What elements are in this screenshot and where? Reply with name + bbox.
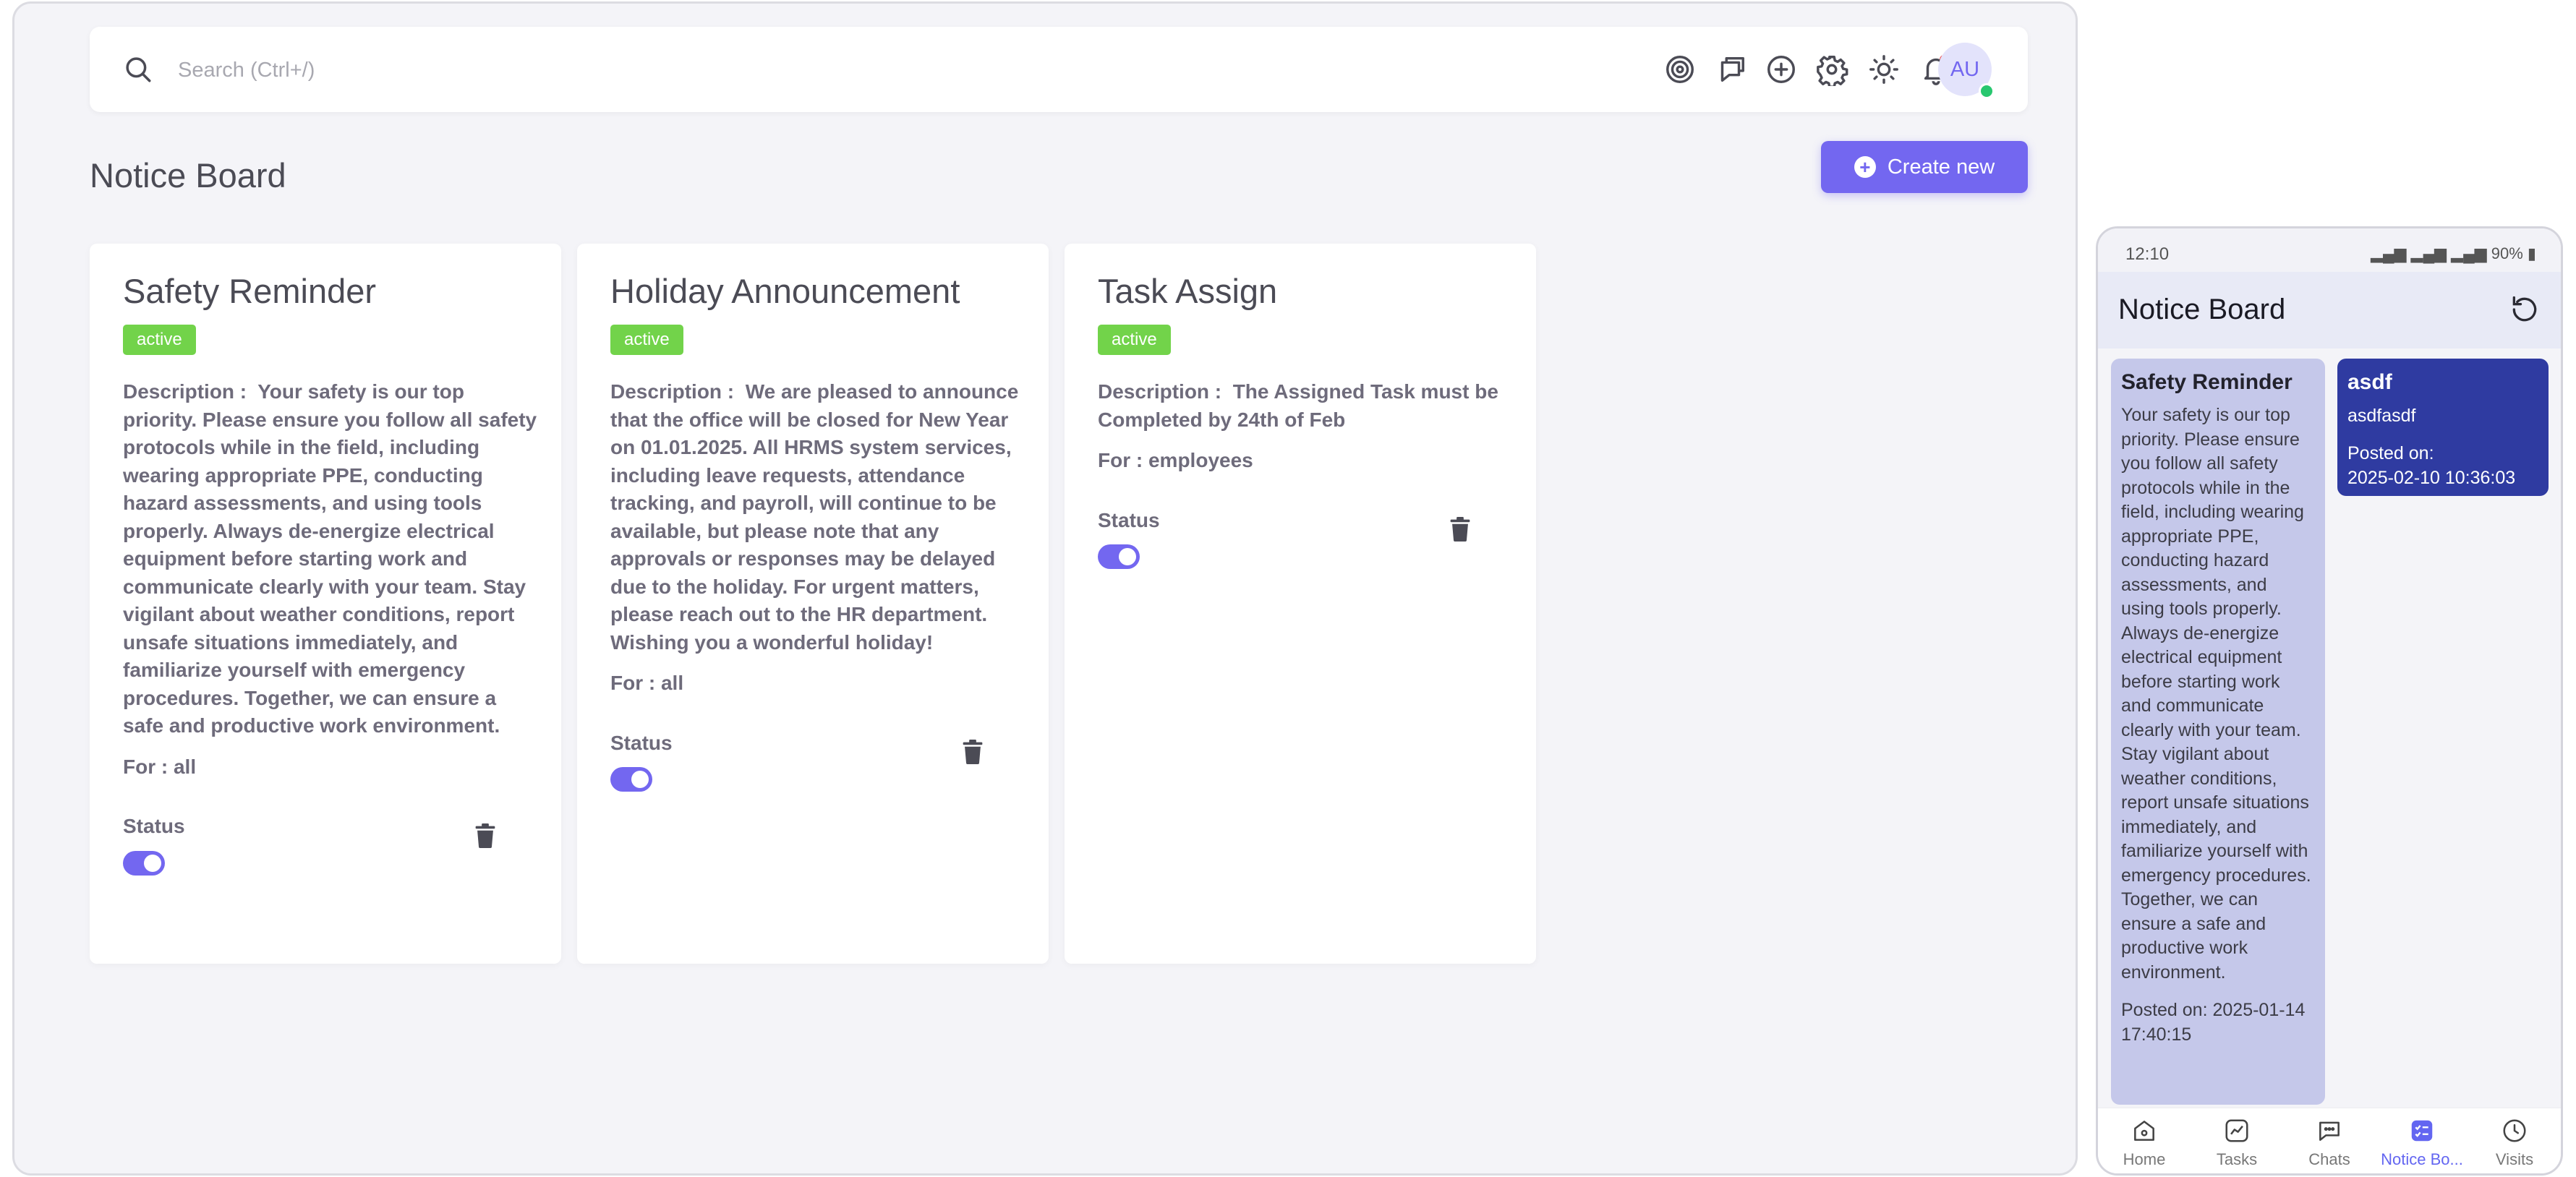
status-toggle[interactable] xyxy=(1098,544,1140,569)
nav-label: Notice Bo... xyxy=(2381,1150,2463,1168)
search-icon[interactable] xyxy=(123,54,153,85)
target-icon[interactable] xyxy=(1663,53,1697,86)
desktop-window: AU Notice Board + Create new Safety Remi… xyxy=(12,1,2078,1176)
notice-description: Description : The Assigned Task must be … xyxy=(1098,378,1514,434)
phone-notice-title: Safety Reminder xyxy=(2121,370,2293,394)
phone-page-title: Notice Board xyxy=(2118,294,2286,325)
notice-description: Description : We are pleased to announce… xyxy=(610,378,1027,656)
status-badge: active xyxy=(1098,325,1171,355)
trash-icon[interactable] xyxy=(962,740,984,764)
battery-icon: ▮ xyxy=(2522,244,2536,262)
description-label: Description : xyxy=(123,380,247,403)
notice-body: Description : The Assigned Task must be … xyxy=(1098,378,1514,592)
plus-circle-icon[interactable] xyxy=(1765,53,1798,86)
notice-audience: For : employees xyxy=(1098,449,1253,471)
notice-title: Holiday Announcement xyxy=(610,272,960,310)
refresh-icon[interactable] xyxy=(2509,294,2541,325)
clock-icon xyxy=(2503,1119,2526,1142)
create-new-button[interactable]: + Create new xyxy=(1821,141,2028,193)
mobile-app-preview: 12:10 ▂▄▆ ▂▄▆ ▂▄▆ 90% ▮ Notice Board Saf… xyxy=(2096,226,2563,1176)
notice-card: Task Assign active Description : The Ass… xyxy=(1065,244,1536,964)
notice-title: Task Assign xyxy=(1098,272,1278,310)
notice-card: Holiday Announcement active Description … xyxy=(577,244,1049,964)
nav-label: Chats xyxy=(2308,1150,2350,1168)
notice-body: Description : Your safety is our top pri… xyxy=(123,378,539,899)
nav-label: Home xyxy=(2123,1150,2166,1168)
status-toggle[interactable] xyxy=(123,850,165,876)
description-label: Description : xyxy=(1098,380,1222,403)
notice-board-icon xyxy=(2411,1120,2433,1142)
status-badge: active xyxy=(610,325,683,355)
phone-notice-title: asdf xyxy=(2347,370,2392,394)
chat-bubbles-icon[interactable] xyxy=(1714,53,1747,86)
description-text: We are pleased to announce that the offi… xyxy=(610,380,1019,654)
gear-icon[interactable] xyxy=(1815,53,1848,86)
notice-audience: For : all xyxy=(610,672,684,694)
chat-icon xyxy=(2319,1121,2340,1141)
status-badge: active xyxy=(123,325,196,355)
notice-body: Description : We are pleased to announce… xyxy=(610,378,1027,815)
page-title: Notice Board xyxy=(90,156,286,194)
notice-title: Safety Reminder xyxy=(123,272,377,310)
notice-description: Description : Your safety is our top pri… xyxy=(123,378,539,740)
description-label: Description : xyxy=(610,380,735,403)
phone-clock: 12:10 xyxy=(2125,244,2170,264)
search-input[interactable] xyxy=(176,48,1264,92)
create-new-label: Create new xyxy=(1887,155,1995,179)
home-icon xyxy=(2134,1121,2154,1141)
phone-notice-description: asdfasdf xyxy=(2347,406,2416,426)
notice-card: Safety Reminder active Description : You… xyxy=(90,244,561,964)
nav-item-tasks[interactable]: Tasks xyxy=(2191,1108,2283,1173)
nav-label: Visits xyxy=(2495,1150,2534,1168)
nav-item-chats[interactable]: Chats xyxy=(2283,1108,2376,1173)
signal-icon: ▂▄▆ ▂▄▆ ▂▄▆ xyxy=(2371,244,2491,262)
status-row xyxy=(610,740,1027,815)
phone-bottom-nav: Home Tasks Chats Notice Bo... Visits xyxy=(2098,1108,2561,1173)
phone-notice-card[interactable]: asdf asdfasdf Posted on: 2025-02-10 10:3… xyxy=(2337,359,2549,496)
status-toggle[interactable] xyxy=(610,767,652,792)
notice-audience: For : all xyxy=(123,755,197,778)
phone-status-bar: 12:10 ▂▄▆ ▂▄▆ ▂▄▆ 90% ▮ xyxy=(2098,228,2561,272)
phone-notice-posted: Posted on: 2025-02-10 10:36:03 xyxy=(2347,443,2516,488)
nav-item-home[interactable]: Home xyxy=(2098,1108,2191,1173)
phone-header: Notice Board xyxy=(2098,272,2561,348)
phone-notice-card[interactable]: Safety Reminder Your safety is our top p… xyxy=(2111,359,2325,1105)
sun-icon[interactable] xyxy=(1867,53,1901,86)
top-navbar: AU xyxy=(90,27,2028,112)
nav-item-visits[interactable]: Visits xyxy=(2468,1108,2561,1173)
phone-system-indicators: ▂▄▆ ▂▄▆ ▂▄▆ 90% ▮ xyxy=(2371,244,2536,263)
online-status-dot xyxy=(1979,83,1995,99)
chart-icon xyxy=(2225,1119,2248,1142)
trash-icon[interactable] xyxy=(1449,517,1471,542)
battery-level: 90% xyxy=(2491,244,2523,262)
plus-circle-icon: + xyxy=(1854,156,1876,178)
nav-item-notice-board[interactable]: Notice Bo... xyxy=(2376,1108,2468,1173)
phone-notice-description: Your safety is our top priority. Please … xyxy=(2121,405,2311,983)
status-row xyxy=(1098,517,1514,592)
trash-icon[interactable] xyxy=(474,823,496,848)
phone-notice-list: Safety Reminder Your safety is our top p… xyxy=(2098,348,2561,1113)
phone-notice-posted: Posted on: 2025-01-14 17:40:15 xyxy=(2121,1000,2306,1045)
status-row xyxy=(123,823,539,899)
description-text: Your safety is our top priority. Please … xyxy=(123,380,537,737)
nav-label: Tasks xyxy=(2216,1150,2258,1168)
